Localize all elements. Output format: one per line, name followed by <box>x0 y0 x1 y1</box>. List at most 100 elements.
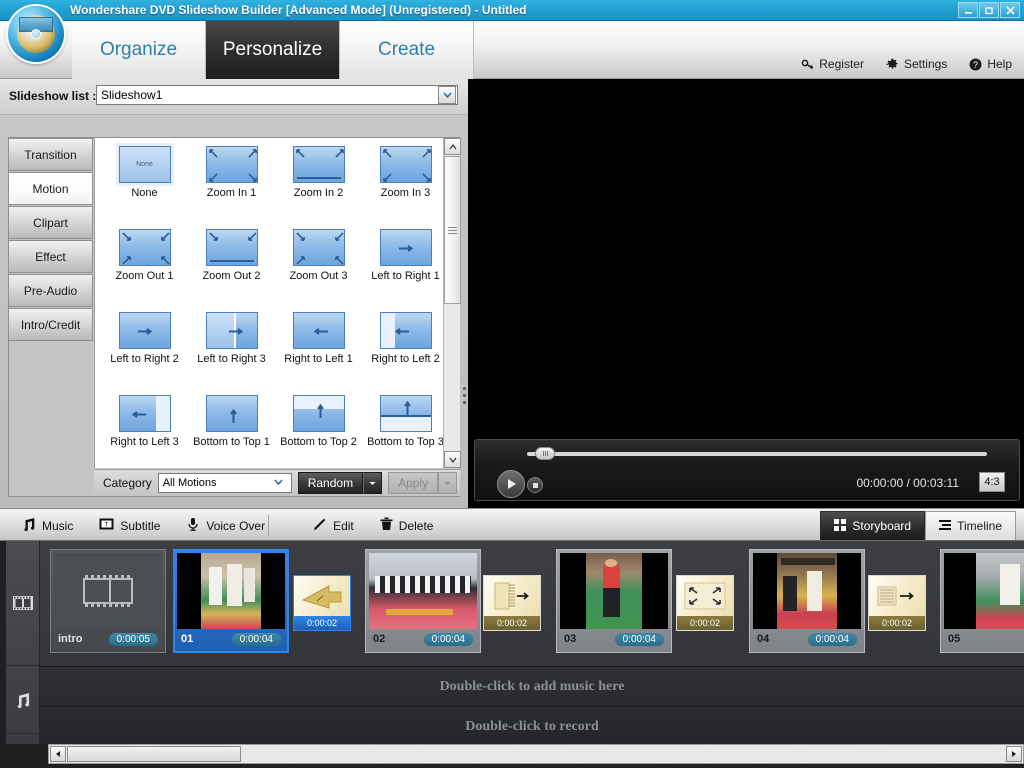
motion-item[interactable]: Right to Left 2 <box>362 312 449 385</box>
preview-seek-handle[interactable] <box>535 447 555 460</box>
preview-seek-track[interactable] <box>527 452 987 456</box>
storyboard-slide[interactable]: 03 0:00:04 <box>556 549 672 653</box>
delete-button[interactable]: Delete <box>380 517 433 534</box>
close-button[interactable] <box>1000 2 1020 18</box>
arrow-sweep-icon <box>294 576 350 616</box>
music-button[interactable]: Music <box>22 517 73 534</box>
motion-item[interactable]: Zoom Out 1 <box>101 229 188 302</box>
apply-button-group[interactable]: Apply <box>388 472 458 494</box>
register-link[interactable]: Register <box>801 57 864 71</box>
motion-item[interactable]: Left to Right 1 <box>362 229 449 302</box>
storyboard-slide[interactable]: 01 0:00:04 <box>173 549 289 653</box>
minimize-button[interactable] <box>958 2 978 18</box>
motion-item[interactable]: None None <box>101 146 188 219</box>
motion-item[interactable]: Zoom In 3 <box>362 146 449 219</box>
random-button-group[interactable]: Random <box>297 472 383 494</box>
slideshow-list-combo[interactable]: Slideshow1 <box>96 85 458 105</box>
sidebar-item-clipart[interactable]: Clipart <box>9 206 93 239</box>
voice-over-button[interactable]: Voice Over <box>186 517 265 534</box>
preview-video-surface[interactable] <box>470 79 1024 436</box>
panel-splitter[interactable] <box>460 383 468 409</box>
motion-label: Left to Right 2 <box>110 353 179 365</box>
horizontal-scroll-thumb[interactable] <box>67 746 241 762</box>
sidebar-item-effect[interactable]: Effect <box>9 240 93 273</box>
sidebar-item-pre-audio[interactable]: Pre-Audio <box>9 274 93 307</box>
motion-item[interactable]: Bottom to Top 1 <box>188 395 275 468</box>
slide-duration-badge: 0:00:05 <box>108 632 158 646</box>
play-button[interactable] <box>497 470 525 498</box>
disc-hole-icon <box>31 29 41 39</box>
apply-button[interactable]: Apply <box>388 472 439 494</box>
tab-organize[interactable]: Organize <box>72 21 206 79</box>
motion-thumbnail-zoom-in-3 <box>379 146 432 183</box>
slide-meta: intro 0:00:05 <box>54 629 162 649</box>
storyboard-transition[interactable]: 0:00:02 <box>676 575 734 631</box>
restore-button[interactable] <box>979 2 999 18</box>
voice-track-hint: Double-click to record <box>465 718 599 734</box>
subtitle-button[interactable]: T Subtitle <box>99 517 160 534</box>
voice-track[interactable]: Double-click to record <box>40 706 1024 746</box>
sidebar-item-intro-credit[interactable]: Intro/Credit <box>9 308 93 341</box>
motion-scroll-thumb[interactable] <box>444 156 461 304</box>
motion-item[interactable]: Zoom In 2 <box>275 146 362 219</box>
help-link[interactable]: ? Help <box>969 57 1012 71</box>
tab-personalize[interactable]: Personalize <box>206 21 340 79</box>
random-button[interactable]: Random <box>297 472 364 494</box>
motion-thumbnail-zoom-in-1 <box>205 146 258 183</box>
motion-thumbnail-zoom-out-3 <box>292 229 345 266</box>
scroll-down-button[interactable] <box>444 451 461 468</box>
storyboard-slide[interactable]: 02 0:00:04 <box>365 549 481 653</box>
chevron-down-icon[interactable] <box>438 86 456 104</box>
sidebar-item-transition[interactable]: Transition <box>9 138 93 171</box>
storyboard-slide[interactable]: 050: <box>940 549 1024 653</box>
motion-item[interactable]: Zoom Out 2 <box>188 229 275 302</box>
voice-over-label: Voice Over <box>206 518 266 533</box>
motion-item[interactable]: Zoom In 1 <box>188 146 275 219</box>
storyboard-filmstrip[interactable]: intro 0:00:05 01 0:00:04 02 0:00:04 03 0:00:04 0… <box>40 541 1024 666</box>
storyboard-transition[interactable]: 0:00:02 <box>293 575 351 631</box>
sidebar-item-motion[interactable]: Motion <box>9 172 93 205</box>
aspect-ratio-button[interactable]: 4:3 <box>979 472 1005 492</box>
chevron-down-icon[interactable] <box>274 474 291 492</box>
edit-button[interactable]: Edit <box>313 517 354 534</box>
corners-icon <box>677 576 733 616</box>
slide-index-label: 01 <box>181 633 194 645</box>
scroll-up-button[interactable] <box>444 138 461 155</box>
slide-thumbnail <box>944 553 1024 629</box>
storyboard-slide[interactable]: 04 0:00:04 <box>749 549 865 653</box>
motion-item[interactable]: Bottom to Top 3 <box>362 395 449 468</box>
tab-storyboard[interactable]: Storyboard <box>820 511 926 540</box>
track-icon-column <box>6 541 40 768</box>
effect-category-tabs: Transition Motion Clipart Effect Pre-Aud… <box>9 138 93 496</box>
stop-button[interactable] <box>527 477 543 493</box>
motion-scrollbar[interactable] <box>443 138 461 468</box>
scroll-left-button[interactable] <box>50 746 66 762</box>
storyboard-slide[interactable]: intro 0:00:05 <box>50 549 166 653</box>
preview-panel: 00:00:00 / 00:03:11 4:3 <box>470 79 1024 508</box>
apply-dropdown-icon[interactable] <box>438 472 458 494</box>
storyboard-horizontal-scrollbar[interactable] <box>48 744 1024 764</box>
storyboard-transition[interactable]: 0:00:02 <box>483 575 541 631</box>
tab-timeline[interactable]: Timeline <box>925 511 1016 540</box>
motion-item[interactable]: Left to Right 2 <box>101 312 188 385</box>
motion-item[interactable]: Bottom to Top 2 <box>275 395 362 468</box>
motion-item[interactable]: Left to Right 3 <box>188 312 275 385</box>
app-logo-icon[interactable] <box>8 6 64 62</box>
motion-item[interactable]: Right to Left 3 <box>101 395 188 468</box>
motion-item[interactable]: Zoom Out 3 <box>275 229 362 302</box>
scroll-right-button[interactable] <box>1006 746 1022 762</box>
music-track[interactable]: Double-click to add music here <box>40 666 1024 706</box>
timeline-icon <box>939 519 952 534</box>
random-dropdown-icon[interactable] <box>363 472 383 494</box>
motion-item[interactable]: Right to Left 1 <box>275 312 362 385</box>
category-select[interactable]: All Motions <box>157 473 292 493</box>
bottom-left-filler <box>0 744 48 768</box>
storyboard-transition[interactable]: 0:00:02 <box>868 575 926 631</box>
tab-create[interactable]: Create <box>340 21 474 79</box>
title-bar: Wondershare DVD Slideshow Builder [Advan… <box>0 0 1024 21</box>
settings-link[interactable]: Settings <box>886 57 947 71</box>
motion-label: Bottom to Top 3 <box>367 436 444 448</box>
slide-index-label: 05 <box>948 633 961 645</box>
motion-label: Right to Left 1 <box>284 353 353 365</box>
motion-thumbnail-b2t-1 <box>205 395 258 432</box>
